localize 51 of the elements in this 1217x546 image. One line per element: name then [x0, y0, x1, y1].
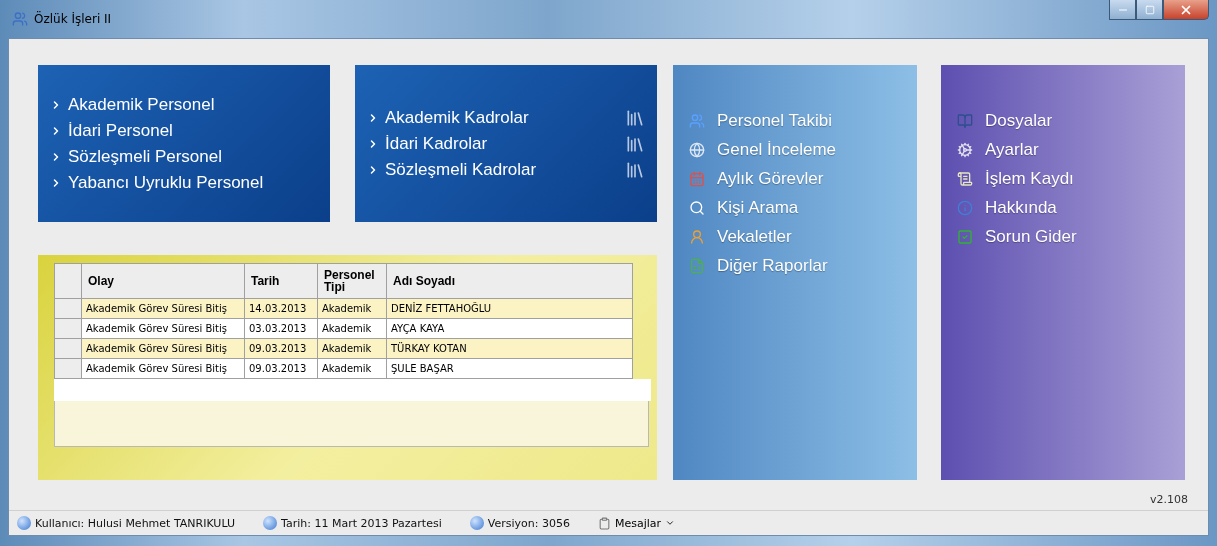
- personnel-link[interactable]: Sözleşmeli Personel: [68, 146, 222, 167]
- close-button[interactable]: [1163, 0, 1209, 20]
- menu-item[interactable]: Ayarlar: [957, 140, 1185, 160]
- menu-item[interactable]: Sorun Gider: [957, 227, 1185, 247]
- people-icon: [12, 11, 28, 27]
- personnel-link[interactable]: İdari Personel: [68, 120, 173, 141]
- log-icon: [957, 171, 973, 187]
- globe-icon: [689, 142, 705, 158]
- check-icon: [957, 229, 973, 245]
- row-header: [54, 358, 82, 379]
- orb-icon: [263, 516, 277, 530]
- messages-button[interactable]: Mesajlar: [597, 516, 675, 530]
- maximize-icon: [1144, 4, 1155, 15]
- calendar-icon: [689, 171, 705, 187]
- menu-item[interactable]: Aylık Görevler: [689, 169, 917, 189]
- user-status: Kullanıcı: Hulusi Mehmet TANRIKULU: [35, 516, 235, 530]
- staffing-link[interactable]: İdari Kadrolar: [385, 133, 488, 154]
- menu-item[interactable]: Kişi Arama: [689, 198, 917, 218]
- menu-item[interactable]: Hakkında: [957, 198, 1185, 218]
- staffing-link[interactable]: Sözleşmeli Kadrolar: [385, 159, 537, 180]
- gears-icon: [957, 142, 973, 158]
- book-icon: [957, 113, 973, 129]
- row-header: [54, 338, 82, 359]
- search-icon: [689, 200, 705, 216]
- minimize-button[interactable]: [1109, 0, 1136, 20]
- menu-item[interactable]: Personel Takibi: [689, 111, 917, 131]
- clipboard-icon: [597, 516, 611, 530]
- staffing-link[interactable]: Akademik Kadrolar: [385, 107, 529, 128]
- column-header: Tarih: [244, 263, 318, 299]
- menu-item[interactable]: Dosyalar: [957, 111, 1185, 131]
- menu-item[interactable]: Genel İnceleme: [689, 140, 917, 160]
- column-header: Personel Tipi: [317, 263, 387, 299]
- date-status: Tarih: 11 Mart 2013 Pazartesi: [281, 516, 442, 530]
- info-icon: [957, 200, 973, 216]
- people-icon: [689, 113, 705, 129]
- personnel-link[interactable]: Akademik Personel: [68, 94, 215, 115]
- menu-item[interactable]: Diğer Raporlar: [689, 256, 917, 276]
- orb-icon: [17, 516, 31, 530]
- version-label: v2.108: [1150, 493, 1188, 506]
- orb-icon: [469, 516, 484, 530]
- row-header: [54, 318, 82, 339]
- sheet-icon: [689, 258, 705, 274]
- menu-item[interactable]: İşlem Kaydı: [957, 169, 1185, 189]
- maximize-button[interactable]: [1136, 0, 1163, 20]
- menu-item[interactable]: Vekaletler: [689, 227, 917, 247]
- window-title: Özlük İşleri II: [34, 12, 112, 26]
- personnel-link[interactable]: Yabancı Uyruklu Personel: [68, 172, 264, 193]
- column-header: Adı Soyadı: [386, 263, 633, 299]
- caret-icon: [665, 518, 675, 528]
- column-header: Olay: [81, 263, 245, 299]
- version-status: Versiyon: 3056: [487, 516, 570, 530]
